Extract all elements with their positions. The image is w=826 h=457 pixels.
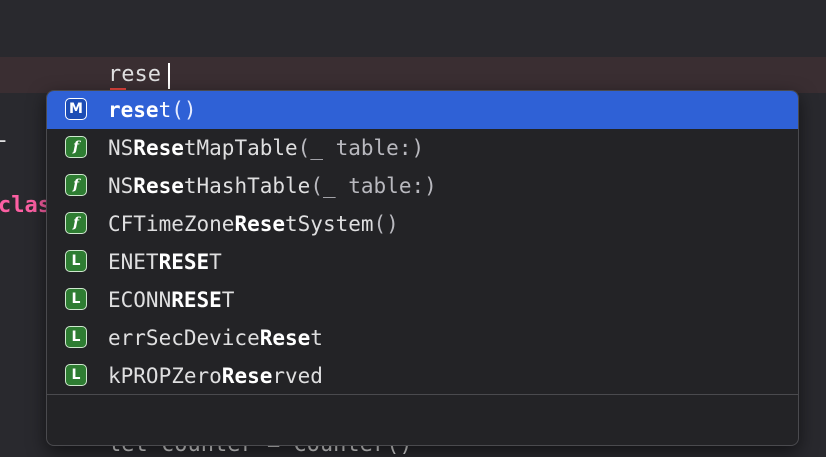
completion-item[interactable]: Mreset() — [47, 91, 798, 129]
completion-label: CFTimeZoneResetSystem() — [108, 205, 399, 243]
label-args: (_ table:) — [310, 174, 437, 198]
label-prefix: ECONN — [108, 288, 172, 312]
label-match: RESE — [171, 288, 222, 312]
completion-signature: reset() — [108, 401, 247, 439]
keyword-class-fragment: clas — [0, 193, 51, 218]
completion-list[interactable]: Mreset() f NSResetMapTable(_ table:) f NSRes… — [47, 91, 798, 395]
label-match: Rese — [259, 326, 311, 350]
constant-icon: L — [65, 288, 87, 310]
label-prefix: ENET — [108, 250, 159, 274]
completion-label: ECONNRESET — [108, 281, 234, 319]
label-match: Rese — [234, 212, 286, 236]
label-match: rese — [108, 98, 159, 122]
label-prefix: NS — [108, 136, 134, 160]
completion-item[interactable]: LkPROPZeroReserved — [47, 357, 798, 395]
label-args: () — [171, 98, 197, 122]
label-match: Rese — [133, 136, 184, 160]
label-suffix: rved — [272, 364, 323, 388]
completion-label: kPROPZeroReserved — [108, 357, 323, 395]
completion-item[interactable]: LerrSecDeviceReset — [47, 319, 798, 357]
completion-label: reset() — [108, 91, 197, 129]
completion-label: errSecDeviceReset — [108, 319, 323, 357]
label-suffix: T — [209, 250, 222, 274]
text-cursor — [168, 63, 170, 89]
constant-icon: L — [65, 326, 87, 348]
completion-item[interactable]: L ECONNRESET — [47, 281, 798, 319]
label-match: Rese — [221, 364, 273, 388]
label-suffix: tSystem — [285, 212, 374, 236]
label-args: () — [373, 212, 399, 236]
label-prefix: kPROPZero — [108, 364, 222, 388]
label-prefix: NS — [108, 174, 134, 198]
completion-item[interactable]: f CFTimeZoneResetSystem() — [47, 205, 798, 243]
label-suffix: tHashTable — [183, 174, 311, 198]
completion-item[interactable]: f NSResetHashTable(_ table:) — [47, 167, 798, 205]
label-match: RESE — [158, 250, 210, 274]
completion-item[interactable]: f NSResetMapTable(_ table:) — [47, 129, 798, 167]
label-prefix: errSecDevice — [108, 326, 260, 350]
code-line-func-foo[interactable]: func foo() { — [0, 22, 826, 160]
function-icon: f — [65, 136, 87, 158]
completion-label: NSResetHashTable(_ table:) — [108, 167, 437, 205]
method-icon: M — [65, 98, 87, 120]
completion-label: ENETRESET — [108, 243, 222, 281]
completion-item[interactable]: L ENETRESET — [47, 243, 798, 281]
label-suffix: t — [310, 326, 323, 350]
popup-divider — [47, 394, 798, 395]
label-match: Rese — [133, 174, 184, 198]
constant-icon: L — [65, 364, 87, 386]
autocomplete-popup[interactable]: Mreset() f NSResetMapTable(_ table:) f NSRes… — [46, 90, 799, 446]
label-suffix: t — [158, 98, 172, 122]
completion-label: NSResetMapTable(_ table:) — [108, 129, 424, 167]
label-suffix: T — [221, 288, 235, 312]
label-suffix: tMapTable — [183, 136, 298, 160]
constant-icon: L — [65, 250, 87, 272]
gutter-fragment: - — [0, 128, 9, 153]
function-icon: f — [65, 174, 87, 196]
current-code-line[interactable]: rese — [0, 57, 826, 93]
function-icon: f — [65, 212, 87, 234]
label-args: (_ table:) — [297, 136, 425, 160]
label-prefix: CFTimeZone — [108, 212, 235, 236]
